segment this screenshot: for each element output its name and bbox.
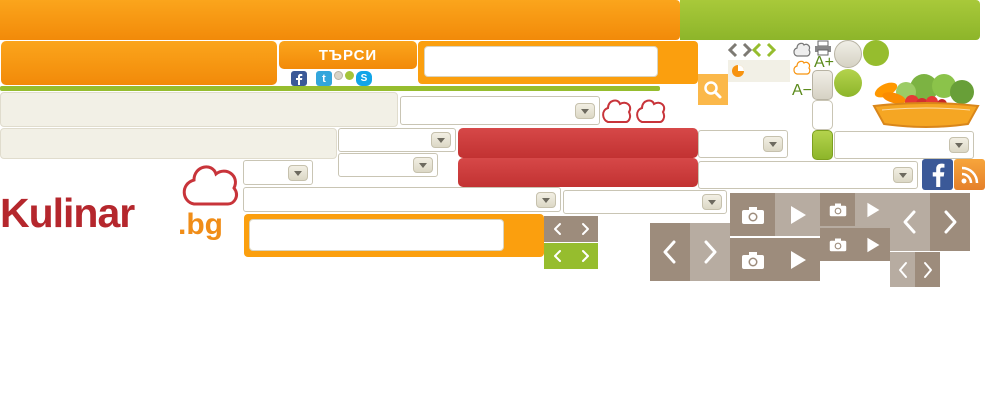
pill-button-green[interactable] bbox=[812, 130, 833, 160]
chef-hat-small-icon bbox=[793, 42, 811, 57]
logo-name: Kulinar bbox=[0, 190, 135, 236]
camera-button-3[interactable] bbox=[820, 228, 855, 261]
select-2[interactable] bbox=[338, 128, 456, 152]
text-size-decrease[interactable]: A− bbox=[792, 82, 812, 100]
text-size-increase-label: A+ bbox=[814, 54, 835, 71]
round-button-green-2[interactable] bbox=[834, 69, 862, 97]
search-icon-button[interactable] bbox=[698, 74, 728, 105]
facebook-icon[interactable] bbox=[291, 71, 307, 86]
top-bar-green bbox=[680, 0, 980, 40]
cream-bar-2 bbox=[0, 128, 337, 159]
select-9[interactable] bbox=[834, 131, 974, 159]
select-3[interactable] bbox=[698, 130, 788, 158]
text-size-decrease-label: A− bbox=[792, 82, 813, 99]
round-button-green[interactable] bbox=[863, 40, 889, 66]
chevron-right-button-1[interactable] bbox=[930, 193, 970, 251]
search-button-label: ТЪРСИ bbox=[318, 46, 378, 64]
dot-green bbox=[345, 71, 354, 80]
prev-button[interactable] bbox=[544, 216, 571, 242]
select-5[interactable] bbox=[243, 160, 313, 185]
play-button-2[interactable] bbox=[855, 193, 890, 226]
camera-button-2[interactable] bbox=[820, 193, 855, 226]
chef-hat-icon bbox=[636, 99, 666, 123]
red-button-1[interactable] bbox=[458, 128, 698, 158]
chef-hat-small-orange-icon bbox=[793, 60, 811, 75]
header-panel bbox=[1, 41, 277, 85]
red-button-2[interactable] bbox=[458, 158, 698, 187]
select-7[interactable] bbox=[243, 187, 561, 212]
search-input[interactable] bbox=[424, 46, 658, 77]
cream-bar-1 bbox=[0, 92, 398, 127]
pill-button-grey[interactable] bbox=[812, 70, 833, 100]
chevron-left-icon bbox=[903, 210, 916, 234]
camera-icon bbox=[741, 206, 764, 224]
chevron-right-icon bbox=[944, 210, 957, 234]
next-button-green[interactable] bbox=[571, 243, 598, 269]
play-button-4[interactable] bbox=[775, 238, 820, 281]
select-8[interactable] bbox=[563, 190, 727, 214]
play-button-1[interactable] bbox=[775, 193, 820, 236]
code-arrows-icon bbox=[728, 42, 777, 58]
chevron-left-button-2[interactable] bbox=[650, 223, 690, 281]
chevron-right-button-3[interactable] bbox=[915, 252, 940, 287]
play-button-3[interactable] bbox=[855, 228, 890, 261]
chevron-left-button-1[interactable] bbox=[890, 193, 930, 251]
select-4[interactable] bbox=[338, 153, 438, 177]
next-button[interactable] bbox=[571, 216, 598, 242]
round-button-grey[interactable] bbox=[834, 40, 862, 68]
logo-suffix: .bg bbox=[178, 208, 223, 241]
camera-button-4[interactable] bbox=[730, 238, 775, 281]
camera-button-1[interactable] bbox=[730, 193, 775, 236]
twitter-icon[interactable]: t bbox=[316, 71, 332, 86]
skype-icon[interactable]: S bbox=[356, 71, 372, 86]
top-bar-orange bbox=[0, 0, 680, 40]
search-icon bbox=[704, 80, 722, 98]
pill-button-white[interactable] bbox=[812, 100, 833, 130]
facebook-large-icon[interactable] bbox=[922, 159, 953, 190]
chef-hat-logo-icon bbox=[182, 165, 238, 206]
select-6[interactable] bbox=[698, 161, 918, 189]
search-button[interactable]: ТЪРСИ bbox=[279, 41, 417, 69]
chef-hat-icon bbox=[602, 99, 632, 123]
dot-grey bbox=[334, 71, 343, 80]
bottom-search-input[interactable] bbox=[249, 219, 504, 251]
chevron-right-button-2[interactable] bbox=[690, 223, 730, 281]
rss-icon[interactable] bbox=[954, 159, 985, 190]
logo[interactable]: Kulinar .bg bbox=[0, 160, 245, 250]
green-divider bbox=[0, 86, 660, 91]
vegetable-basket-image bbox=[872, 74, 980, 128]
select-1[interactable] bbox=[400, 96, 600, 125]
play-icon bbox=[790, 205, 806, 224]
prev-button-green[interactable] bbox=[544, 243, 571, 269]
pie-icon bbox=[732, 65, 744, 77]
chevron-left-button-3[interactable] bbox=[890, 252, 915, 287]
